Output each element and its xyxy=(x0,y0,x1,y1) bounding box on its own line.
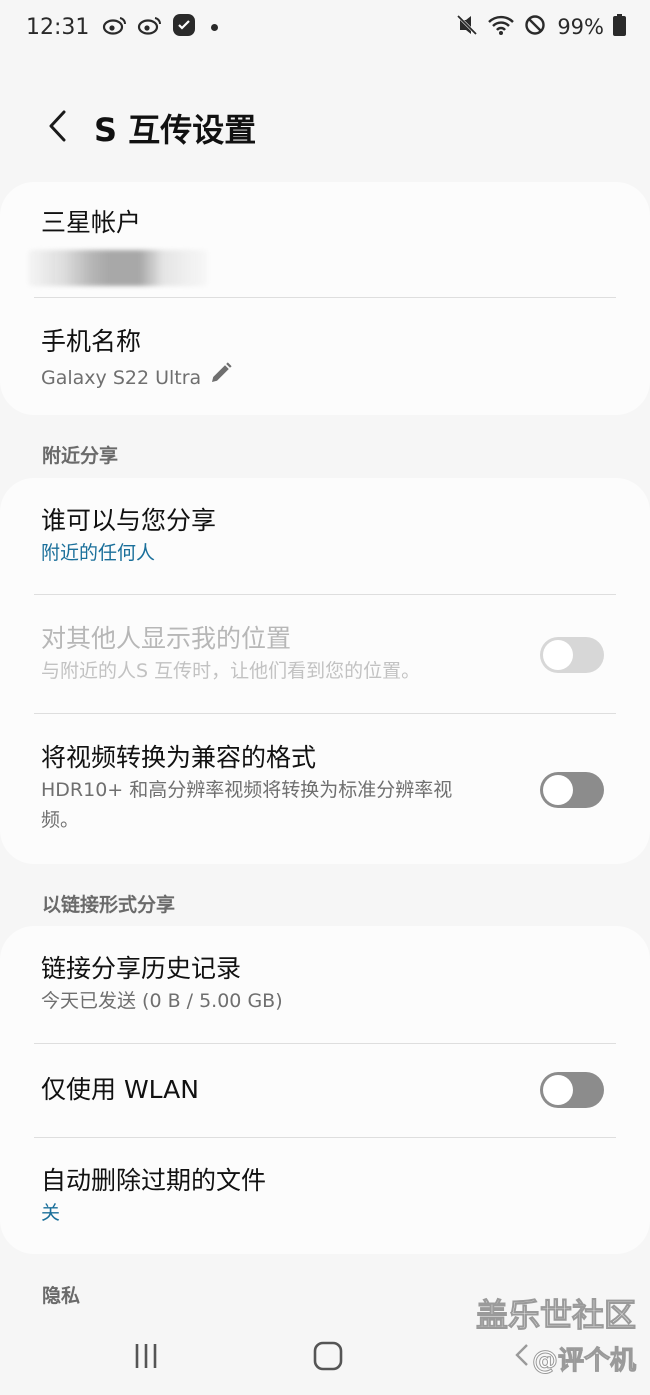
device-name-label: 手机名称 xyxy=(41,327,142,356)
convert-video-desc: HDR10+ 和高分辨率视频将转换为标准分辨率视频。 xyxy=(41,779,453,831)
wlan-only-toggle[interactable] xyxy=(540,1072,604,1108)
vibrate-off-icon xyxy=(456,14,478,41)
samsung-account-row[interactable]: 三星帐户 xyxy=(0,206,650,298)
auto-delete-row[interactable]: 自动删除过期的文件 关 xyxy=(0,1164,650,1244)
recents-icon xyxy=(128,1344,164,1378)
divider xyxy=(34,1137,616,1138)
show-location-desc: 与附近的人S 互传时，让他们看到您的位置。 xyxy=(41,660,421,682)
home-icon xyxy=(310,1341,346,1378)
pencil-icon[interactable] xyxy=(209,361,233,394)
samsung-account-label: 三星帐户 xyxy=(41,208,142,237)
section-label-privacy: 隐私 xyxy=(42,1285,81,1307)
recents-button[interactable] xyxy=(128,1338,164,1378)
account-redacted xyxy=(28,250,208,286)
toggle-knob xyxy=(543,775,573,805)
show-location-label: 对其他人显示我的位置 xyxy=(41,624,292,653)
divider xyxy=(34,297,616,298)
wlan-only-label: 仅使用 WLAN xyxy=(41,1075,199,1104)
battery-icon xyxy=(613,13,626,41)
divider xyxy=(34,713,616,714)
show-location-toggle xyxy=(540,637,604,673)
page-title: S 互传设置 xyxy=(94,111,257,149)
auto-delete-label: 自动删除过期的文件 xyxy=(41,1166,267,1195)
link-history-label: 链接分享历史记录 xyxy=(41,954,242,983)
weibo-icon xyxy=(137,15,163,40)
wifi-icon xyxy=(487,14,515,41)
status-time: 12:31 xyxy=(26,14,90,40)
toggle-knob xyxy=(543,1075,573,1105)
back-button[interactable] xyxy=(28,98,88,158)
nearby-card: 谁可以与您分享 附近的任何人 对其他人显示我的位置 与附近的人S 互传时，让他们… xyxy=(0,478,650,864)
auto-delete-value: 关 xyxy=(41,1202,61,1224)
device-name-value: Galaxy S22 Ultra xyxy=(41,366,202,389)
link-share-card: 链接分享历史记录 今天已发送 (0 B / 5.00 GB) 仅使用 WLAN … xyxy=(0,926,650,1254)
account-card: 三星帐户 手机名称 Galaxy S22 Ultra xyxy=(0,182,650,415)
convert-video-label: 将视频转换为兼容的格式 xyxy=(41,743,317,772)
divider xyxy=(34,1043,616,1044)
weibo-icon xyxy=(102,15,128,40)
toggle-knob xyxy=(543,640,573,670)
device-name-value-wrap: Galaxy S22 Ultra xyxy=(41,361,610,394)
chevron-left-icon xyxy=(46,108,70,148)
who-can-share-label: 谁可以与您分享 xyxy=(41,506,217,535)
status-bar-left: 12:31 xyxy=(26,13,219,42)
device-name-row[interactable]: 手机名称 Galaxy S22 Ultra xyxy=(0,325,650,405)
convert-video-toggle[interactable] xyxy=(540,772,604,808)
app-notification-icon xyxy=(172,13,196,42)
status-bar-right: 99% xyxy=(456,13,626,41)
status-bar: 12:31 99% xyxy=(0,0,650,58)
do-not-disturb-icon xyxy=(524,14,546,41)
battery-percent: 99% xyxy=(557,15,604,39)
who-can-share-row[interactable]: 谁可以与您分享 附近的任何人 xyxy=(0,504,650,584)
navigation-bar xyxy=(0,1316,650,1395)
section-label-link-share: 以链接形式分享 xyxy=(42,894,176,916)
section-label-nearby: 附近分享 xyxy=(42,445,119,467)
who-can-share-value: 附近的任何人 xyxy=(41,542,156,564)
link-history-row[interactable]: 链接分享历史记录 今天已发送 (0 B / 5.00 GB) xyxy=(0,952,650,1032)
app-bar: S 互传设置 xyxy=(0,96,650,160)
link-history-value: 今天已发送 (0 B / 5.00 GB) xyxy=(41,990,283,1012)
divider xyxy=(34,594,616,595)
notification-dot xyxy=(211,23,219,31)
home-button[interactable] xyxy=(310,1338,346,1378)
